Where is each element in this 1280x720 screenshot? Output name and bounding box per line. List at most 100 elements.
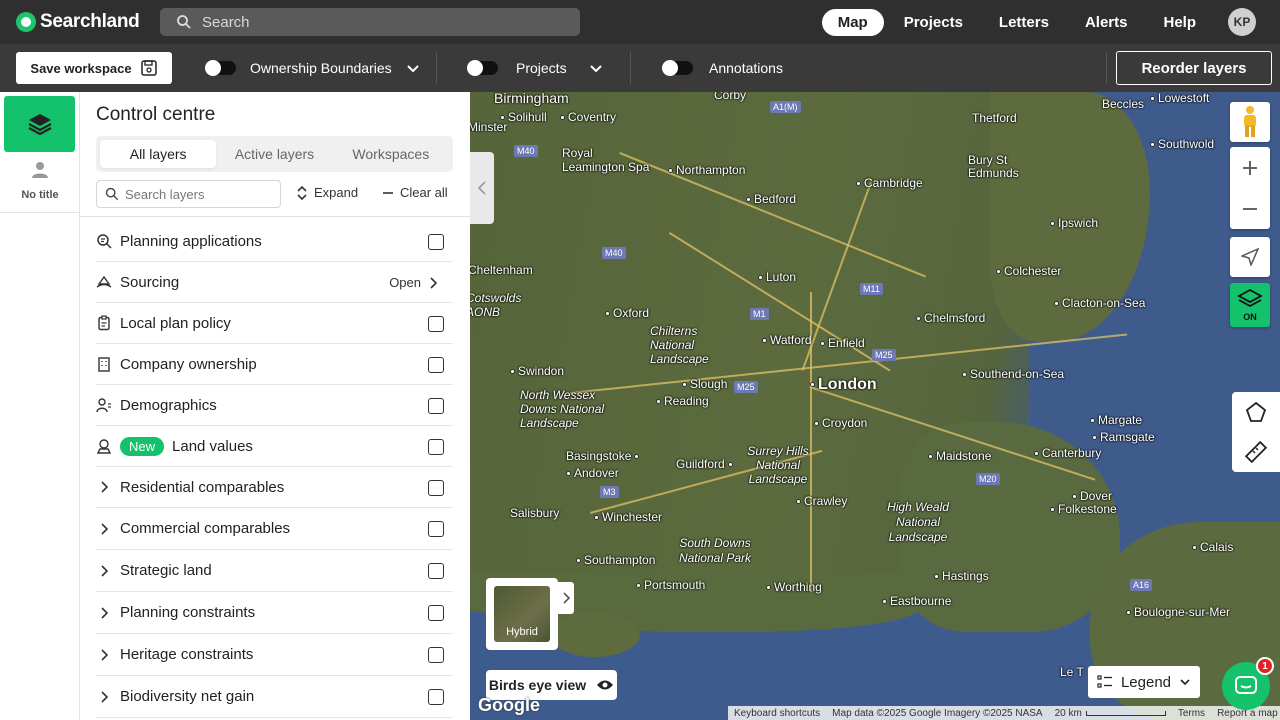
annotations-toggle-group: Annotations: [662, 44, 783, 92]
zoom-in-button[interactable]: [1242, 147, 1258, 188]
place-label: Ramsgate: [1092, 430, 1155, 444]
layer-checkbox[interactable]: [428, 605, 444, 621]
chevron-down-icon[interactable]: [589, 61, 603, 75]
layer-row-heritage-constraints[interactable]: Heritage constraints: [96, 634, 453, 676]
ownership-boundaries-toggle[interactable]: [205, 60, 236, 76]
motorway-shield: A16: [1130, 579, 1153, 591]
layer-checkbox[interactable]: [428, 398, 444, 414]
layer-label: Planning applications: [120, 232, 262, 250]
layer-row-biodiversity-net-gain[interactable]: Biodiversity net gain: [96, 676, 453, 718]
layer-label: Local plan policy: [120, 314, 231, 332]
searchland-logo[interactable]: Searchland: [16, 11, 140, 33]
map-scale[interactable]: 20 km: [1055, 708, 1166, 719]
nav-map[interactable]: Map: [821, 8, 884, 36]
layer-label: Commercial comparables: [120, 520, 291, 537]
logo-text: Searchland: [40, 11, 140, 32]
draw-tools: [1232, 392, 1280, 472]
annotations-toggle[interactable]: [662, 60, 693, 76]
layers-rail-button[interactable]: [4, 96, 75, 152]
legend-button[interactable]: Legend: [1088, 666, 1200, 698]
chevron-down-icon[interactable]: [406, 61, 420, 75]
chevron-right-icon[interactable]: [96, 647, 112, 663]
layer-search[interactable]: [96, 180, 281, 208]
place-label: North Wessex Downs National Landscape: [520, 388, 605, 430]
rail-divider: [0, 212, 80, 213]
reorder-layers-button[interactable]: Reorder layers: [1116, 51, 1272, 85]
layers-toggle-button[interactable]: ON: [1230, 283, 1270, 327]
layer-checkbox[interactable]: [428, 563, 444, 579]
layer-row-commercial-comparables[interactable]: Commercial comparables: [96, 508, 453, 550]
expand-button[interactable]: Expand: [296, 185, 358, 200]
layer-label: Demographics: [120, 396, 217, 414]
projects-toggle[interactable]: [467, 60, 498, 76]
nav-alerts[interactable]: Alerts: [1069, 9, 1144, 36]
terms-link[interactable]: Terms: [1178, 708, 1205, 719]
toolbar-divider: [1106, 52, 1107, 84]
search-input[interactable]: [202, 13, 562, 31]
basemap-switcher[interactable]: Hybrid: [486, 578, 558, 650]
tab-workspaces[interactable]: Workspaces: [333, 140, 449, 168]
layer-row-local-plan-policy[interactable]: Local plan policy: [96, 303, 453, 344]
ruler-icon[interactable]: [1244, 440, 1268, 464]
layer-row-company-ownership[interactable]: Company ownership: [96, 344, 453, 385]
place-label: South Downs National Park: [678, 536, 752, 565]
tab-all-layers[interactable]: All layers: [100, 140, 217, 168]
layer-row-sourcing[interactable]: Sourcing Open: [96, 262, 453, 303]
layer-row-planning-applications[interactable]: Planning applications: [96, 221, 453, 262]
keyboard-shortcuts-link[interactable]: Keyboard shortcuts: [734, 708, 820, 719]
layer-row-planning-constraints[interactable]: Planning constraints: [96, 592, 453, 634]
layer-checkbox[interactable]: [428, 480, 444, 496]
zoom-out-button[interactable]: [1242, 188, 1258, 229]
chevron-right-icon[interactable]: [96, 605, 112, 621]
layer-row-residential-comparables[interactable]: Residential comparables: [96, 467, 453, 508]
chevron-right-icon[interactable]: [96, 479, 112, 495]
my-location-button[interactable]: [1230, 237, 1270, 277]
tab-active-layers[interactable]: Active layers: [216, 140, 332, 168]
nav-projects[interactable]: Projects: [888, 9, 979, 36]
open-sourcing-link[interactable]: Open: [389, 275, 437, 290]
place-label: Salisbury: [510, 506, 560, 520]
place-label: Beccles: [1102, 97, 1145, 111]
panel-divider: [80, 216, 470, 217]
global-search[interactable]: [160, 8, 580, 36]
nav-letters[interactable]: Letters: [983, 9, 1065, 36]
basemap-expand-button[interactable]: [558, 582, 574, 614]
map-data-credit: Map data ©2025 Google Imagery ©2025 NASA: [832, 707, 1043, 719]
collapse-panel-button[interactable]: [470, 152, 494, 224]
workspace-user[interactable]: No title: [0, 160, 80, 201]
place-label: Coventry: [560, 110, 616, 124]
map-canvas[interactable]: Birmingham Solihull Coventry Corby Royal…: [470, 92, 1280, 720]
layer-checkbox[interactable]: [428, 521, 444, 537]
building-icon: [96, 356, 112, 372]
layer-checkbox[interactable]: [428, 647, 444, 663]
chevron-right-icon[interactable]: [96, 689, 112, 705]
layer-row-demographics[interactable]: Demographics: [96, 385, 453, 426]
save-workspace-button[interactable]: Save workspace: [16, 52, 172, 84]
layer-checkbox[interactable]: [428, 316, 444, 332]
polygon-draw-icon[interactable]: [1245, 401, 1267, 423]
panel-tabs: All layers Active layers Workspaces: [96, 136, 453, 172]
clipboard-icon: [96, 315, 112, 331]
layer-checkbox[interactable]: [428, 357, 444, 373]
place-label: Cotswolds AONB: [470, 291, 522, 319]
layer-label: Residential comparables: [120, 478, 285, 496]
layer-checkbox[interactable]: [428, 439, 444, 455]
land-value-icon: [96, 438, 112, 454]
layer-row-land-values[interactable]: New Land values: [96, 426, 453, 467]
chevron-right-icon[interactable]: [96, 563, 112, 579]
street-view-button[interactable]: [1230, 102, 1270, 142]
place-label: Folkestone: [1050, 502, 1117, 516]
search-icon: [177, 15, 191, 29]
user-avatar[interactable]: KP: [1228, 8, 1256, 36]
place-label: Bedford: [746, 192, 796, 206]
place-label: Basingstoke: [566, 449, 642, 463]
layer-search-input[interactable]: [125, 186, 275, 202]
chevron-right-icon[interactable]: [96, 521, 112, 537]
nav-help[interactable]: Help: [1147, 9, 1212, 36]
layer-row-strategic-land[interactable]: Strategic land: [96, 550, 453, 592]
clear-all-button[interactable]: Clear all: [382, 185, 448, 200]
chat-notification-badge: 1: [1256, 657, 1274, 675]
place-label: Worthing: [766, 580, 822, 594]
layer-checkbox[interactable]: [428, 689, 444, 705]
layer-checkbox[interactable]: [428, 234, 444, 250]
